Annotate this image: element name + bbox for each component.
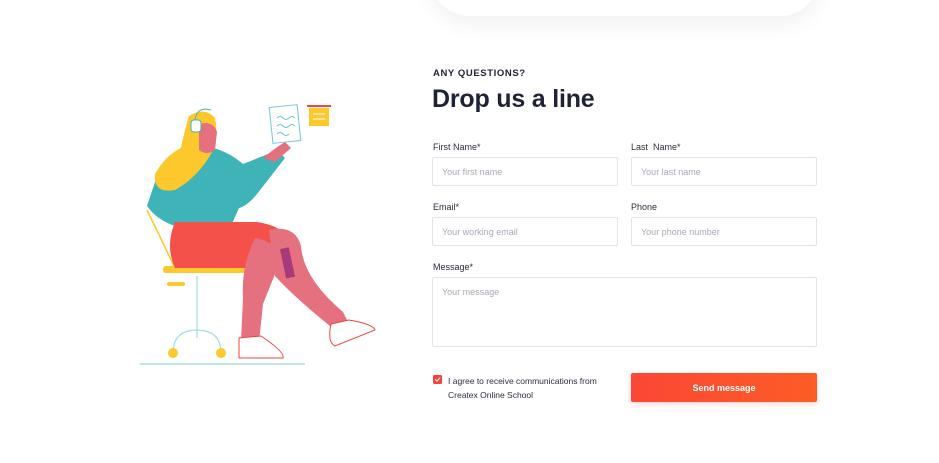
last-name-label: Last Name* xyxy=(631,142,681,152)
top-shadow-decoration xyxy=(430,0,820,16)
first-name-label: First Name* xyxy=(433,142,481,152)
section-eyebrow: ANY QUESTIONS? xyxy=(433,68,526,79)
phone-label: Phone xyxy=(631,202,658,212)
consent-checkbox[interactable] xyxy=(433,375,442,384)
woman-on-chair-illustration xyxy=(140,104,376,365)
email-label: Email* xyxy=(433,202,460,212)
last-name-field[interactable] xyxy=(631,157,817,186)
message-label: Message* xyxy=(433,262,474,272)
phone-field[interactable] xyxy=(631,217,817,246)
email-field[interactable] xyxy=(432,217,618,246)
page-title: Drop us a line xyxy=(432,85,595,113)
checkmark-icon xyxy=(434,377,441,382)
first-name-field[interactable] xyxy=(432,157,618,186)
message-field[interactable] xyxy=(432,277,817,347)
send-message-button[interactable]: Send message xyxy=(631,373,817,402)
consent-label: I agree to receive communications from C… xyxy=(448,376,597,400)
